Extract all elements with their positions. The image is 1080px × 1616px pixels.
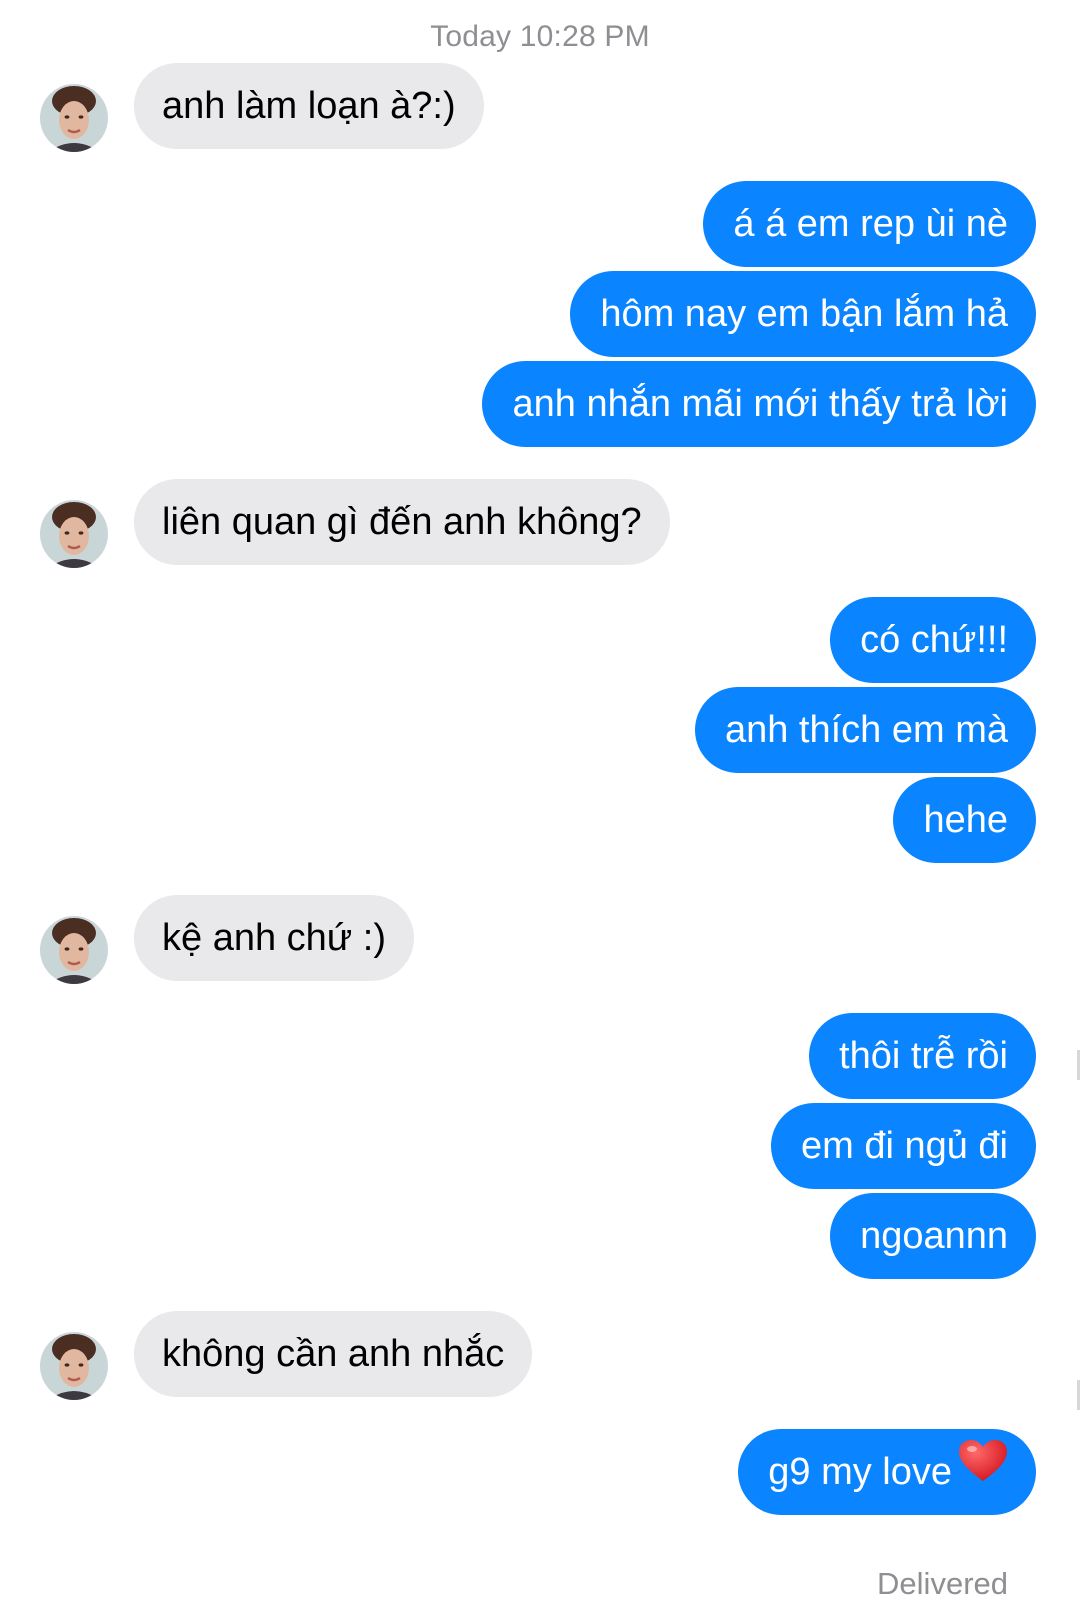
message-bubble-outgoing[interactable]: em đi ngủ đi — [770, 1103, 1036, 1189]
heart-icon — [958, 1428, 1008, 1514]
contact-avatar[interactable] — [40, 84, 108, 152]
message-bubble-outgoing[interactable]: có chứ!!! — [830, 597, 1036, 683]
message-bubble-incoming[interactable]: không cần anh nhắc — [134, 1311, 533, 1397]
contact-avatar[interactable] — [40, 916, 108, 984]
message-bubble-outgoing[interactable]: hôm nay em bận lắm hả — [570, 271, 1036, 357]
message-bubble-outgoing[interactable]: anh nhắn mãi mới thấy trả lời — [482, 361, 1036, 447]
contact-avatar[interactable] — [40, 500, 108, 568]
message-bubble-outgoing[interactable]: ngoannn — [830, 1193, 1036, 1279]
message-bubble-incoming[interactable]: anh làm loạn à?:) — [134, 63, 484, 149]
message-timestamp: Today 10:28 PM — [430, 20, 650, 53]
message-bubble-incoming[interactable]: kệ anh chứ :) — [134, 895, 414, 981]
message-bubble-outgoing[interactable]: hehe — [893, 777, 1036, 863]
message-text: g9 my love — [768, 1451, 952, 1493]
message-bubble-outgoing[interactable]: thôi trễ rồi — [809, 1013, 1036, 1099]
avatar-photo-icon — [40, 500, 108, 568]
message-bubble-outgoing[interactable]: g9 my love — [738, 1429, 1036, 1515]
avatar-photo-icon — [40, 916, 108, 984]
avatar-photo-icon — [40, 1332, 108, 1400]
message-bubble-outgoing[interactable]: anh thích em mà — [694, 687, 1036, 773]
contact-avatar[interactable] — [40, 1332, 108, 1400]
message-bubble-outgoing[interactable]: á á em rep ùi nè — [703, 181, 1036, 267]
avatar-photo-icon — [40, 84, 108, 152]
delivery-status: Delivered — [877, 1566, 1008, 1601]
message-bubble-incoming[interactable]: liên quan gì đến anh không? — [134, 479, 670, 565]
